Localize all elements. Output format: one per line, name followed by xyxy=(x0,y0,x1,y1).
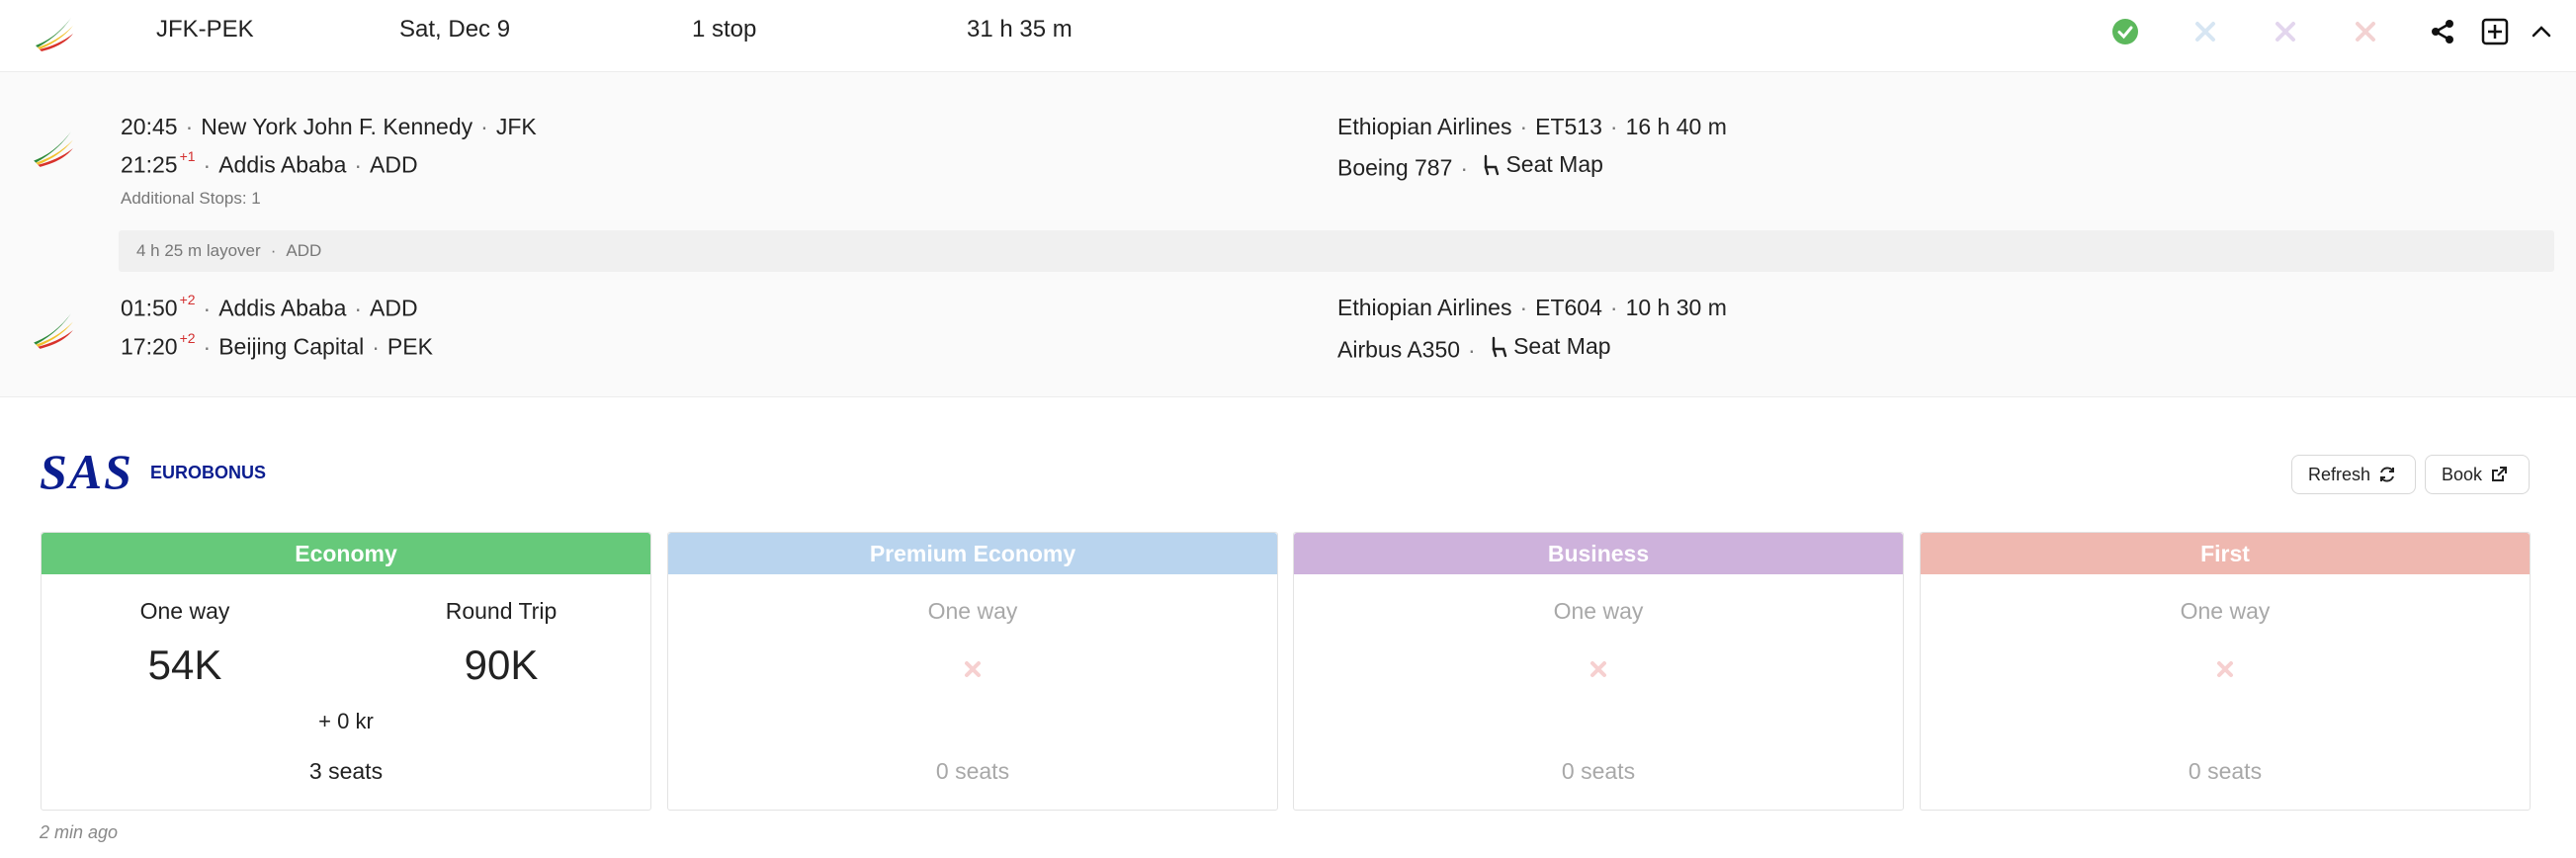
day-offset: +2 xyxy=(179,292,196,307)
departure-time: 01:50 xyxy=(121,295,178,321)
airline-name: Ethiopian Airlines xyxy=(1337,114,1512,139)
departure-date: Sat, Dec 9 xyxy=(399,16,511,43)
flight-duration: 16 h 40 m xyxy=(1625,114,1727,139)
segment-flight-info: Ethiopian Airlines · ET604 · 10 h 30 m xyxy=(1337,295,1727,320)
departure-airport: New York John F. Kennedy xyxy=(201,114,473,139)
departure-airport: Addis Ababa xyxy=(218,295,347,321)
cabin-title: First xyxy=(1921,533,2530,574)
round-trip-price: 90K xyxy=(464,642,539,688)
seat-icon xyxy=(1485,154,1500,175)
flight-summary-bar[interactable]: JFK-PEK Sat, Dec 9 1 stop 31 h 35 m xyxy=(0,0,2576,72)
segment-arrival: 17:20 +2 · Beijing Capital · PEK xyxy=(121,330,433,360)
seat-icon xyxy=(1492,336,1507,357)
cabin-card-premium-economy: Premium Economy One way 0 seats xyxy=(667,532,1278,811)
flight-number: ET513 xyxy=(1535,114,1602,139)
departure-code: JFK xyxy=(495,114,537,139)
segment-departure: 20:45 · New York John F. Kennedy · JFK xyxy=(121,114,537,139)
chevron-up-icon[interactable] xyxy=(2526,16,2557,47)
x-icon xyxy=(2270,16,2301,47)
arrival-airport: Beijing Capital xyxy=(218,333,365,360)
last-updated: 2 min ago xyxy=(40,822,119,842)
check-icon xyxy=(2109,16,2141,47)
one-way-label: One way xyxy=(927,598,1018,624)
stops-count: 1 stop xyxy=(692,16,757,43)
arrival-time: 21:25 xyxy=(121,151,178,178)
ethiopian-airlines-logo xyxy=(36,18,73,51)
book-button[interactable]: Book xyxy=(2425,455,2530,494)
x-icon xyxy=(1294,659,1903,679)
seat-map-link[interactable]: Seat Map xyxy=(1490,333,1611,360)
seats-count: 0 seats xyxy=(935,758,1010,784)
segment-flight-info: Ethiopian Airlines · ET513 · 16 h 40 m xyxy=(1337,114,1727,139)
segment-aircraft: Airbus A350 · Seat Map xyxy=(1337,333,1611,363)
one-way-label: One way xyxy=(1553,598,1644,624)
x-icon xyxy=(2350,16,2381,47)
expand-box-icon[interactable] xyxy=(2479,16,2511,47)
x-icon xyxy=(1921,659,2530,679)
refresh-icon xyxy=(2380,467,2395,482)
layover-duration: 4 h 25 m layover xyxy=(136,241,261,260)
sas-eurobonus-logo: SAS EUROBONUS xyxy=(40,444,267,499)
seat-map-link[interactable]: Seat Map xyxy=(1482,151,1603,178)
airline-name: Ethiopian Airlines xyxy=(1337,295,1512,320)
flight-details-panel: 20:45 · New York John F. Kennedy · JFK 21:25… xyxy=(0,72,2576,397)
aircraft-type: Boeing 787 xyxy=(1337,154,1453,181)
one-way-label: One way xyxy=(2180,598,2271,624)
cabin-title: Economy xyxy=(42,533,650,574)
refresh-label: Refresh xyxy=(2308,464,2371,484)
share-icon[interactable] xyxy=(2427,16,2458,47)
segment-arrival: 21:25 +1 · Addis Ababa · ADD xyxy=(121,148,418,178)
departure-time: 20:45 xyxy=(121,114,178,139)
day-offset: +1 xyxy=(179,148,196,164)
departure-code: ADD xyxy=(370,295,418,321)
seat-map-label: Seat Map xyxy=(1513,333,1611,359)
cabin-title: Business xyxy=(1294,533,1903,574)
taxes-fee: + 0 kr xyxy=(318,709,374,733)
arrival-airport: Addis Ababa xyxy=(218,151,347,178)
segment-departure: 01:50 +2 · Addis Ababa · ADD xyxy=(121,292,418,321)
flight-duration: 10 h 30 m xyxy=(1625,295,1727,320)
arrival-time: 17:20 xyxy=(121,333,178,360)
ethiopian-airlines-logo xyxy=(34,313,73,349)
arrival-code: ADD xyxy=(370,151,418,178)
additional-stops: Additional Stops: 1 xyxy=(121,189,261,208)
refresh-button[interactable]: Refresh xyxy=(2291,455,2416,494)
aircraft-type: Airbus A350 xyxy=(1337,336,1461,363)
cabin-card-economy: Economy One way Round Trip 54K 90K + 0 k… xyxy=(41,532,651,811)
external-link-icon xyxy=(2492,467,2508,481)
cabin-title: Premium Economy xyxy=(668,533,1277,574)
book-label: Book xyxy=(2442,464,2483,484)
seats-count: 0 seats xyxy=(1561,758,1636,784)
one-way-price: 54K xyxy=(147,642,222,688)
seat-map-label: Seat Map xyxy=(1505,151,1603,177)
one-way-label: One way xyxy=(139,598,230,624)
total-duration: 31 h 35 m xyxy=(967,16,1073,43)
ethiopian-airlines-logo xyxy=(34,131,73,167)
day-offset: +2 xyxy=(179,330,196,346)
layover-airport: ADD xyxy=(286,241,322,260)
route: JFK-PEK xyxy=(156,16,254,43)
seats-count: 3 seats xyxy=(308,758,384,784)
flight-number: ET604 xyxy=(1535,295,1602,320)
round-trip-label: Round Trip xyxy=(445,598,558,624)
segment-aircraft: Boeing 787 · Seat Map xyxy=(1337,151,1603,181)
x-icon xyxy=(2190,16,2221,47)
seats-count: 0 seats xyxy=(2188,758,2263,784)
cabin-card-business: Business One way 0 seats xyxy=(1293,532,1904,811)
arrival-code: PEK xyxy=(386,333,433,360)
layover-bar: 4 h 25 m layover · ADD xyxy=(119,230,2554,272)
cabin-card-first: First One way 0 seats xyxy=(1920,532,2531,811)
x-icon xyxy=(668,659,1277,679)
